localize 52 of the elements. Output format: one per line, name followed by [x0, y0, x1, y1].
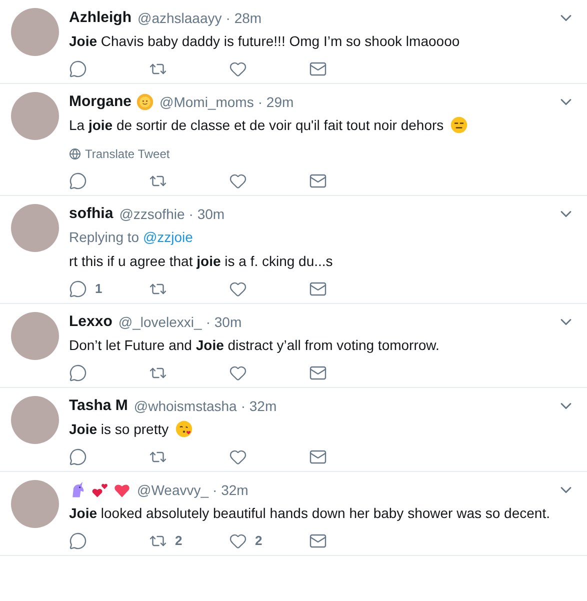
message-button[interactable] [309, 60, 327, 78]
message-button[interactable] [309, 172, 327, 190]
user-handle[interactable]: @azhslaaayy [138, 8, 222, 28]
user-name[interactable]: Lexxo [69, 310, 112, 334]
user-handle[interactable]: @zzsofhie [119, 204, 185, 224]
tweet-time[interactable]: · 28m [226, 8, 262, 28]
user-handle[interactable]: @Weavvy_ [137, 480, 209, 500]
tweet-text: Joie is so pretty [69, 420, 169, 439]
globe-icon [69, 148, 81, 160]
tweet-text: rt this if u agree that joie is a f. cking du...s [69, 252, 333, 271]
tweet-text: La joie de sortir de classe et de voir qu'il fait tout noir dehors [69, 116, 444, 135]
user-handle[interactable]: @Momi_moms [160, 92, 254, 112]
tweet-text: Joie looked absolutely beautiful hands down her baby shower was so decent. [69, 504, 550, 523]
like-button[interactable] [229, 448, 247, 466]
reply-button[interactable] [69, 172, 87, 190]
user-name[interactable]: sofhia [69, 202, 114, 226]
like-button[interactable] [229, 280, 247, 298]
reply-button[interactable] [69, 532, 87, 550]
message-button[interactable] [309, 364, 327, 382]
tweet-text: Joie Chavis baby daddy is future!!! Omg I’m so shook lmaoooo [69, 32, 460, 51]
smiling-sun-icon [136, 93, 154, 111]
message-button[interactable] [309, 532, 327, 550]
tweet-time[interactable]: · 30m [206, 312, 242, 332]
reply-button[interactable]: 1 [69, 279, 102, 299]
reply-button[interactable] [69, 448, 87, 466]
replying-label: Replying to [69, 229, 140, 245]
tweet-time[interactable]: · 32m [240, 396, 277, 416]
retweet-button[interactable]: 2 [149, 531, 182, 551]
like-button[interactable] [229, 60, 247, 78]
user-handle[interactable]: @_lovelexxi_ [118, 312, 202, 332]
reply-button[interactable] [69, 60, 87, 78]
like-icon [229, 532, 247, 550]
message-button[interactable] [309, 280, 327, 298]
reply-mention-link[interactable]: @zzjoie [142, 229, 193, 245]
kissing-face-icon [174, 420, 193, 438]
tweet-time[interactable]: · 32m [212, 480, 248, 500]
message-button[interactable] [309, 448, 327, 466]
user-name[interactable]: Tasha M [69, 394, 128, 418]
like-button[interactable] [229, 172, 247, 190]
like-button[interactable] [229, 364, 247, 382]
translate-tweet-link[interactable]: Translate Tweet [69, 145, 170, 163]
two-hearts-icon [91, 481, 109, 499]
tweet-time[interactable]: · 29m [258, 92, 294, 112]
tweet-text: Don’t let Future and Joie distract y’all from voting tomorrow. [69, 336, 440, 355]
user-name[interactable]: Morgane [69, 90, 132, 114]
reply-button[interactable] [69, 364, 87, 382]
like-button[interactable]: 2 [229, 531, 262, 551]
user-handle[interactable]: @whoismstasha [134, 396, 237, 416]
tweet-time[interactable]: · 30m [188, 204, 225, 224]
expressionless-face-icon [450, 116, 468, 134]
reply-icon [69, 280, 87, 298]
user-name[interactable]: Azhleigh [69, 6, 132, 30]
